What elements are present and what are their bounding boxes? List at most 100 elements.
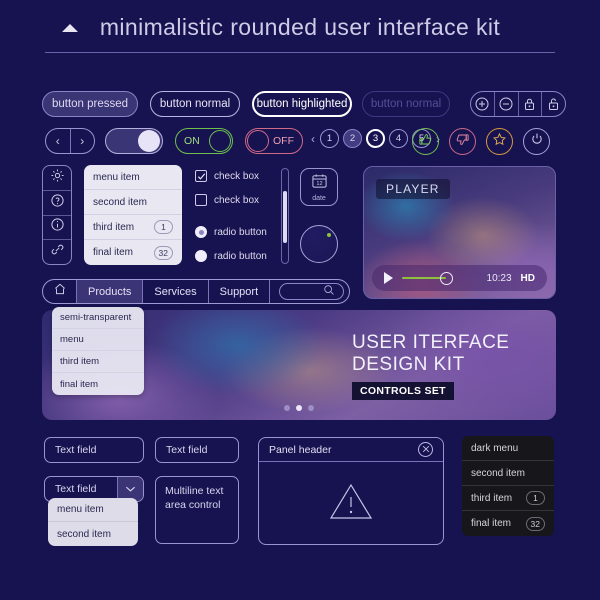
pagination-prev[interactable]: ‹	[310, 132, 316, 146]
list-item[interactable]: third item 1	[84, 215, 182, 240]
checkbox-label: check box	[214, 170, 260, 182]
knob-indicator	[327, 233, 331, 237]
scrollbar-thumb[interactable]	[283, 191, 287, 243]
lock-closed-button[interactable]	[519, 92, 543, 116]
date-button[interactable]: 12 date	[300, 168, 338, 206]
play-button[interactable]	[384, 272, 393, 284]
nav-item-products[interactable]: Products	[77, 280, 144, 303]
progress-slider[interactable]	[402, 271, 460, 285]
thumbs-down-button[interactable]	[449, 128, 476, 155]
checkbox-empty-icon	[195, 194, 207, 206]
badge: 32	[525, 516, 545, 531]
list-item[interactable]: second item	[462, 461, 554, 486]
checkbox-checked[interactable]: check box	[195, 170, 275, 182]
dark-menu-label: third item	[471, 492, 513, 504]
link-icon	[50, 242, 65, 262]
list-item[interactable]: dark menu	[462, 436, 554, 461]
close-icon	[422, 444, 430, 456]
nav-item-support[interactable]: Support	[209, 280, 271, 303]
header-divider	[45, 52, 555, 53]
radio-label: radio button	[214, 250, 267, 262]
lock-closed-icon	[523, 97, 536, 111]
dark-menu-label: second item	[471, 467, 525, 479]
vertical-scrollbar[interactable]	[281, 168, 289, 264]
player-badge: PLAYER	[376, 179, 450, 199]
close-button[interactable]	[418, 442, 433, 457]
svg-text:12: 12	[316, 181, 322, 187]
list-item[interactable]: second item	[84, 190, 182, 215]
button-pressed[interactable]: button pressed	[42, 91, 138, 117]
list-item[interactable]: third item	[52, 351, 144, 373]
knob-dial[interactable]	[300, 225, 338, 263]
search-input[interactable]	[279, 283, 344, 300]
header: minimalistic rounded user interface kit	[0, 14, 600, 41]
star-button[interactable]	[486, 128, 513, 155]
panel-body	[259, 462, 443, 544]
media-player: PLAYER 10:23 HD	[363, 166, 556, 299]
next-button[interactable]: ›	[71, 129, 95, 153]
carousel-dot-3[interactable]	[308, 405, 314, 411]
player-quality[interactable]: HD	[521, 273, 535, 284]
thumbs-up-button[interactable]	[412, 128, 439, 155]
list-item[interactable]: menu item	[48, 498, 138, 522]
list-item[interactable]: menu	[52, 329, 144, 351]
progress-knob[interactable]	[440, 271, 453, 285]
link-button[interactable]	[43, 240, 71, 264]
badge: 32	[153, 245, 173, 260]
lock-open-button[interactable]	[542, 92, 565, 116]
page-4[interactable]: 4	[389, 129, 408, 148]
checkbox-unchecked[interactable]: check box	[195, 194, 275, 206]
list-item[interactable]: third item 1	[462, 486, 554, 511]
text-field-2[interactable]: Text field	[155, 437, 239, 463]
nav-item-services[interactable]: Services	[143, 280, 209, 303]
ui-kit-canvas: minimalistic rounded user interface kit …	[0, 0, 600, 600]
search-icon	[323, 283, 335, 301]
toggle-plain[interactable]	[105, 128, 163, 154]
star-icon	[492, 132, 507, 152]
semi-transparent-menu: semi-transparent menu third item final i…	[52, 307, 144, 395]
radio-selected[interactable]: radio button	[195, 226, 275, 238]
checkbox-group: check box check box radio button radio b…	[195, 170, 275, 274]
select-value: Text field	[55, 483, 97, 495]
toggle-knob	[209, 130, 231, 152]
list-item[interactable]: final item	[52, 373, 144, 395]
prev-next-pair: ‹ ›	[45, 128, 95, 154]
prev-button[interactable]: ‹	[46, 129, 71, 153]
power-button[interactable]	[523, 128, 550, 155]
player-time: 10:23	[486, 272, 512, 284]
list-item[interactable]: menu item	[84, 165, 182, 190]
segmented-icon-group	[470, 91, 566, 117]
dark-menu-label: final item	[471, 518, 512, 529]
page-1[interactable]: 1	[320, 129, 339, 148]
textarea-field[interactable]: Multiline text area control	[155, 476, 239, 544]
radio-label: radio button	[214, 226, 267, 238]
carousel-dot-1[interactable]	[284, 405, 290, 411]
page-2[interactable]: 2	[343, 129, 362, 148]
page-3[interactable]: 3	[366, 129, 385, 148]
plus-button[interactable]	[471, 92, 495, 116]
button-normal[interactable]: button normal	[150, 91, 240, 117]
gear-button[interactable]	[43, 166, 71, 191]
text-field-1[interactable]: Text field	[44, 437, 144, 463]
page-title: minimalistic rounded user interface kit	[99, 14, 501, 40]
toggle-off[interactable]: OFF	[245, 128, 303, 154]
home-button[interactable]	[43, 280, 77, 303]
help-button[interactable]	[43, 191, 71, 216]
minus-button[interactable]	[495, 92, 519, 116]
list-item[interactable]: second item	[48, 522, 138, 546]
carousel-dot-2[interactable]	[296, 405, 302, 411]
hero-line-1: USER ITERFACE	[352, 332, 510, 353]
radio-unselected[interactable]: radio button	[195, 250, 275, 262]
badge: 1	[526, 491, 545, 505]
list-item[interactable]: semi-transparent	[52, 307, 144, 329]
button-disabled: button normal	[362, 91, 450, 117]
info-button[interactable]	[43, 216, 71, 241]
list-item[interactable]: final item 32	[462, 511, 554, 536]
list-item[interactable]: final item 32	[84, 240, 182, 265]
toggle-on[interactable]: ON	[175, 128, 233, 154]
button-highlighted[interactable]: button highlighted	[252, 91, 352, 117]
light-menu-label: menu item	[93, 171, 140, 183]
toggle-knob	[138, 130, 160, 152]
carousel-dots	[42, 405, 556, 411]
